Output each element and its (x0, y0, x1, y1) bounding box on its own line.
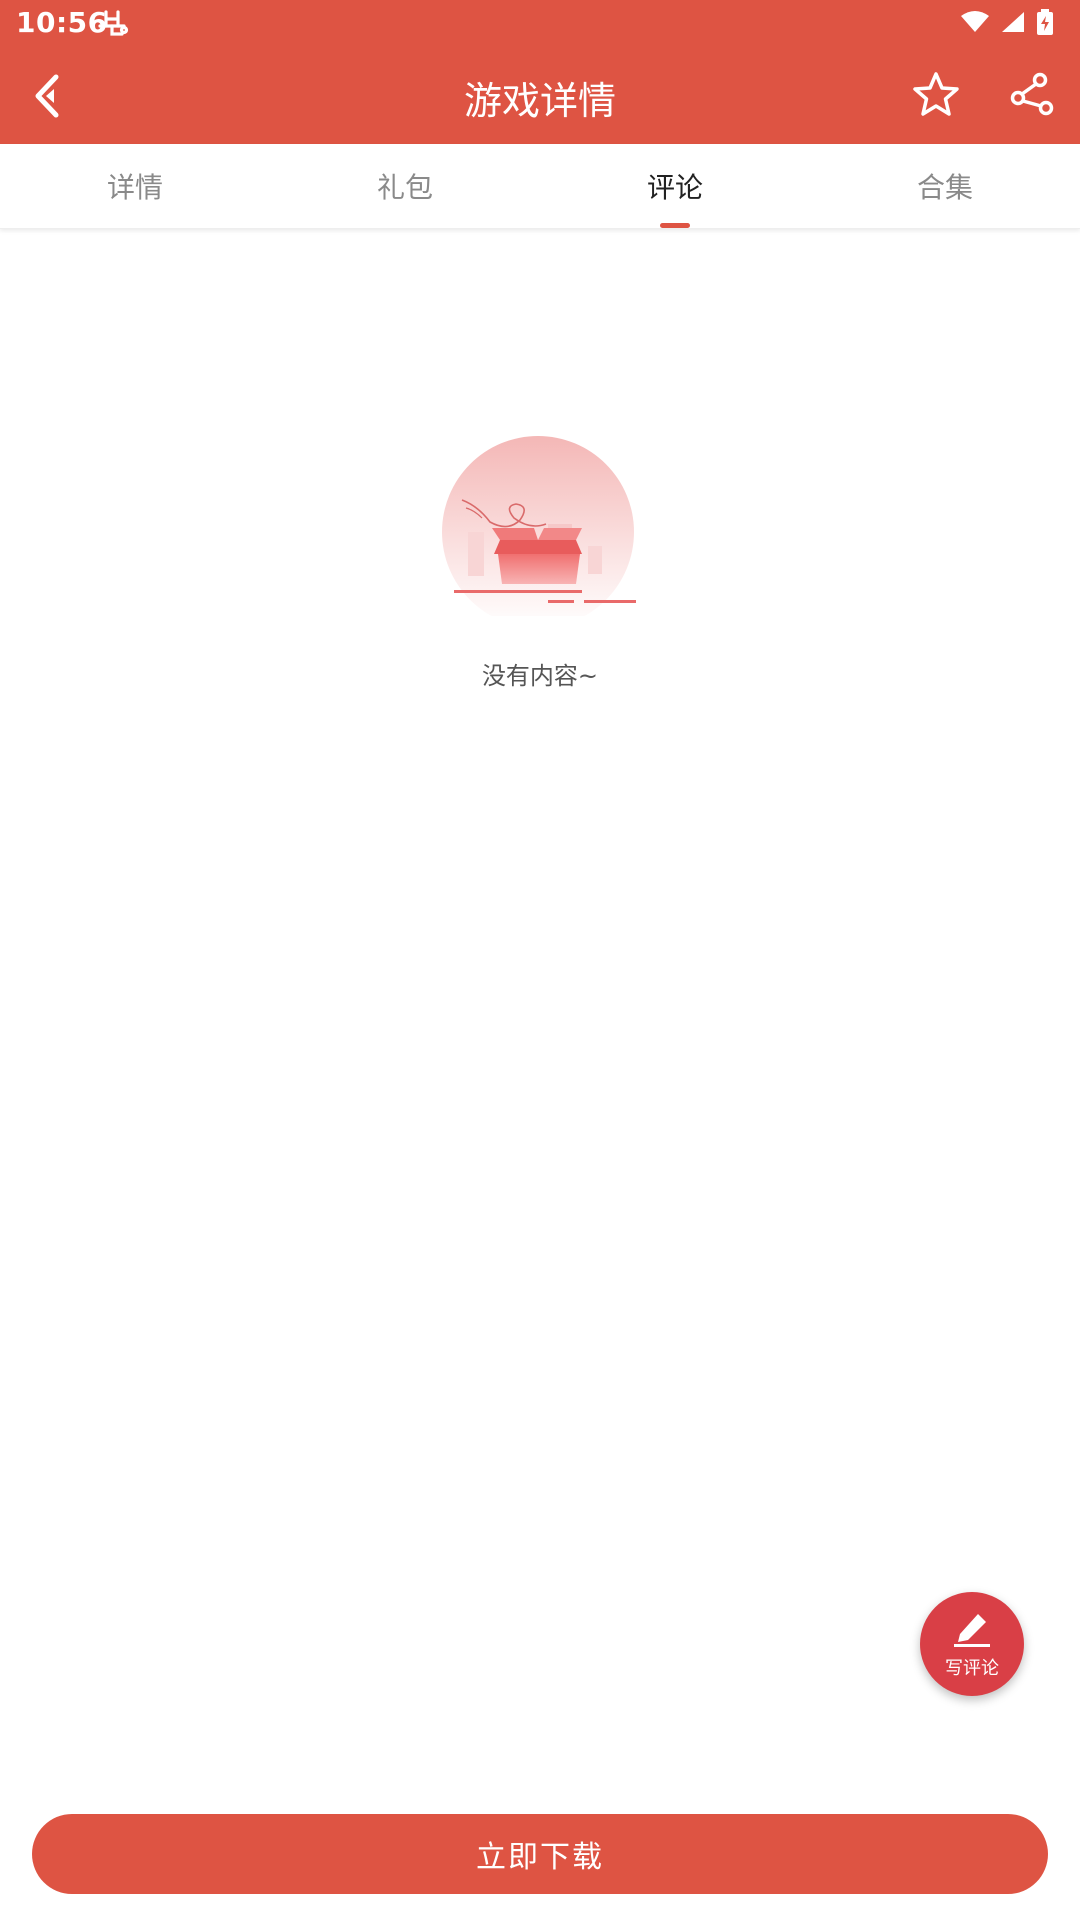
tab-label: 评论 (646, 171, 703, 204)
status-time: 10:56 (16, 6, 108, 39)
star-icon (912, 71, 960, 121)
tab-gifts[interactable]: 礼包 (270, 144, 540, 228)
app-screen: 10:56 游戏详情 详情 礼包 评论 合集 没有内容~ 写评论 立即下载 (0, 0, 1080, 1920)
share-icon (1009, 71, 1055, 121)
download-button-label: 立即下载 (476, 1840, 604, 1875)
bug-icon (96, 6, 130, 40)
tab-label: 合集 (916, 171, 973, 204)
share-button[interactable] (1002, 66, 1062, 126)
active-tab-indicator (660, 223, 690, 228)
write-comment-label: 写评论 (945, 1658, 999, 1679)
app-header: 10:56 游戏详情 (0, 0, 1080, 144)
tab-bar: 详情 礼包 评论 合集 (0, 144, 1080, 229)
favorite-button[interactable] (906, 66, 966, 126)
toolbar: 游戏详情 (0, 48, 1080, 144)
tab-collection[interactable]: 合集 (810, 144, 1080, 228)
tab-label: 礼包 (376, 171, 433, 204)
cellular-signal-icon (1000, 10, 1026, 38)
empty-box-icon (438, 436, 642, 628)
wifi-icon (960, 10, 990, 38)
status-indicators (960, 8, 1054, 40)
battery-charging-icon (1036, 8, 1054, 40)
write-comment-button[interactable]: 写评论 (920, 1592, 1024, 1696)
pen-icon (950, 1608, 994, 1652)
status-bar: 10:56 (0, 0, 1080, 48)
tab-label: 详情 (106, 171, 163, 204)
tab-comments[interactable]: 评论 (540, 144, 810, 228)
download-now-button[interactable]: 立即下载 (32, 1814, 1048, 1894)
empty-state-message: 没有内容~ (481, 662, 599, 690)
tab-details[interactable]: 详情 (0, 144, 270, 228)
